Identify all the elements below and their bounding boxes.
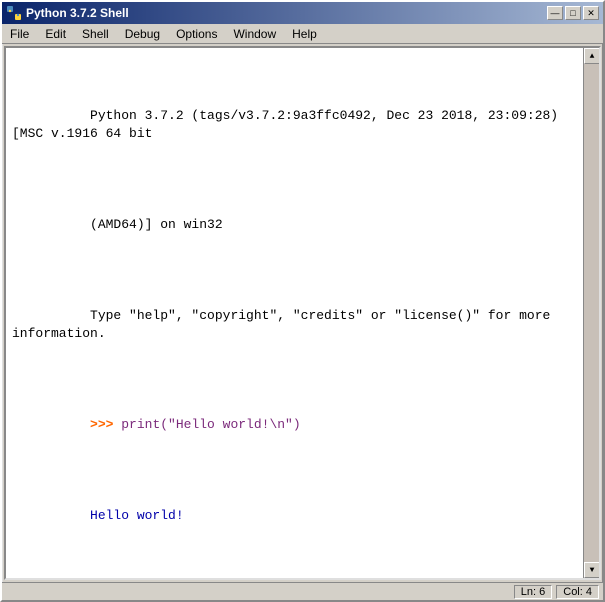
- python-icon: [6, 5, 22, 21]
- menu-options[interactable]: Options: [168, 26, 225, 42]
- line-4-code: print("Hello world!\n"): [121, 417, 300, 432]
- line-2-text: (AMD64)] on win32: [90, 217, 223, 232]
- scroll-down-button[interactable]: ▼: [584, 562, 599, 578]
- scroll-track[interactable]: [584, 64, 599, 562]
- window: Python 3.7.2 Shell — □ ✕ File Edit Shell…: [0, 0, 605, 602]
- window-title: Python 3.7.2 Shell: [26, 6, 129, 20]
- close-button[interactable]: ✕: [583, 6, 599, 20]
- content-area: Python 3.7.2 (tags/v3.7.2:9a3ffc0492, De…: [4, 46, 601, 580]
- line-5: Hello world!: [12, 489, 577, 544]
- menu-window[interactable]: Window: [225, 26, 284, 42]
- line-4: >>> print("Hello world!\n"): [12, 398, 577, 453]
- col-status: Col: 4: [556, 585, 599, 599]
- title-bar: Python 3.7.2 Shell — □ ✕: [2, 2, 603, 24]
- prompt-arrow-1: >>>: [90, 417, 113, 432]
- line-3-text: Type "help", "copyright", "credits" or "…: [12, 308, 558, 341]
- menu-edit[interactable]: Edit: [37, 26, 74, 42]
- shell-output[interactable]: Python 3.7.2 (tags/v3.7.2:9a3ffc0492, De…: [6, 48, 583, 578]
- minimize-button[interactable]: —: [547, 6, 563, 20]
- menu-shell[interactable]: Shell: [74, 26, 117, 42]
- line-1-text: Python 3.7.2 (tags/v3.7.2:9a3ffc0492, De…: [12, 108, 566, 141]
- line-5-output: Hello world!: [90, 508, 184, 523]
- line-3: Type "help", "copyright", "credits" or "…: [12, 288, 577, 361]
- menu-file[interactable]: File: [2, 26, 37, 42]
- line-1: Python 3.7.2 (tags/v3.7.2:9a3ffc0492, De…: [12, 88, 577, 161]
- menu-bar: File Edit Shell Debug Options Window Hel…: [2, 24, 603, 44]
- ln-status: Ln: 6: [514, 585, 552, 599]
- main-with-scroll: Python 3.7.2 (tags/v3.7.2:9a3ffc0492, De…: [6, 48, 599, 578]
- title-bar-buttons: — □ ✕: [547, 6, 599, 20]
- status-bar: Ln: 6 Col: 4: [2, 582, 603, 600]
- scrollbar: ▲ ▼: [583, 48, 599, 578]
- maximize-button[interactable]: □: [565, 6, 581, 20]
- title-bar-left: Python 3.7.2 Shell: [6, 5, 129, 21]
- menu-help[interactable]: Help: [284, 26, 325, 42]
- scroll-up-button[interactable]: ▲: [584, 48, 599, 64]
- menu-debug[interactable]: Debug: [117, 26, 168, 42]
- line-2: (AMD64)] on win32: [12, 198, 577, 253]
